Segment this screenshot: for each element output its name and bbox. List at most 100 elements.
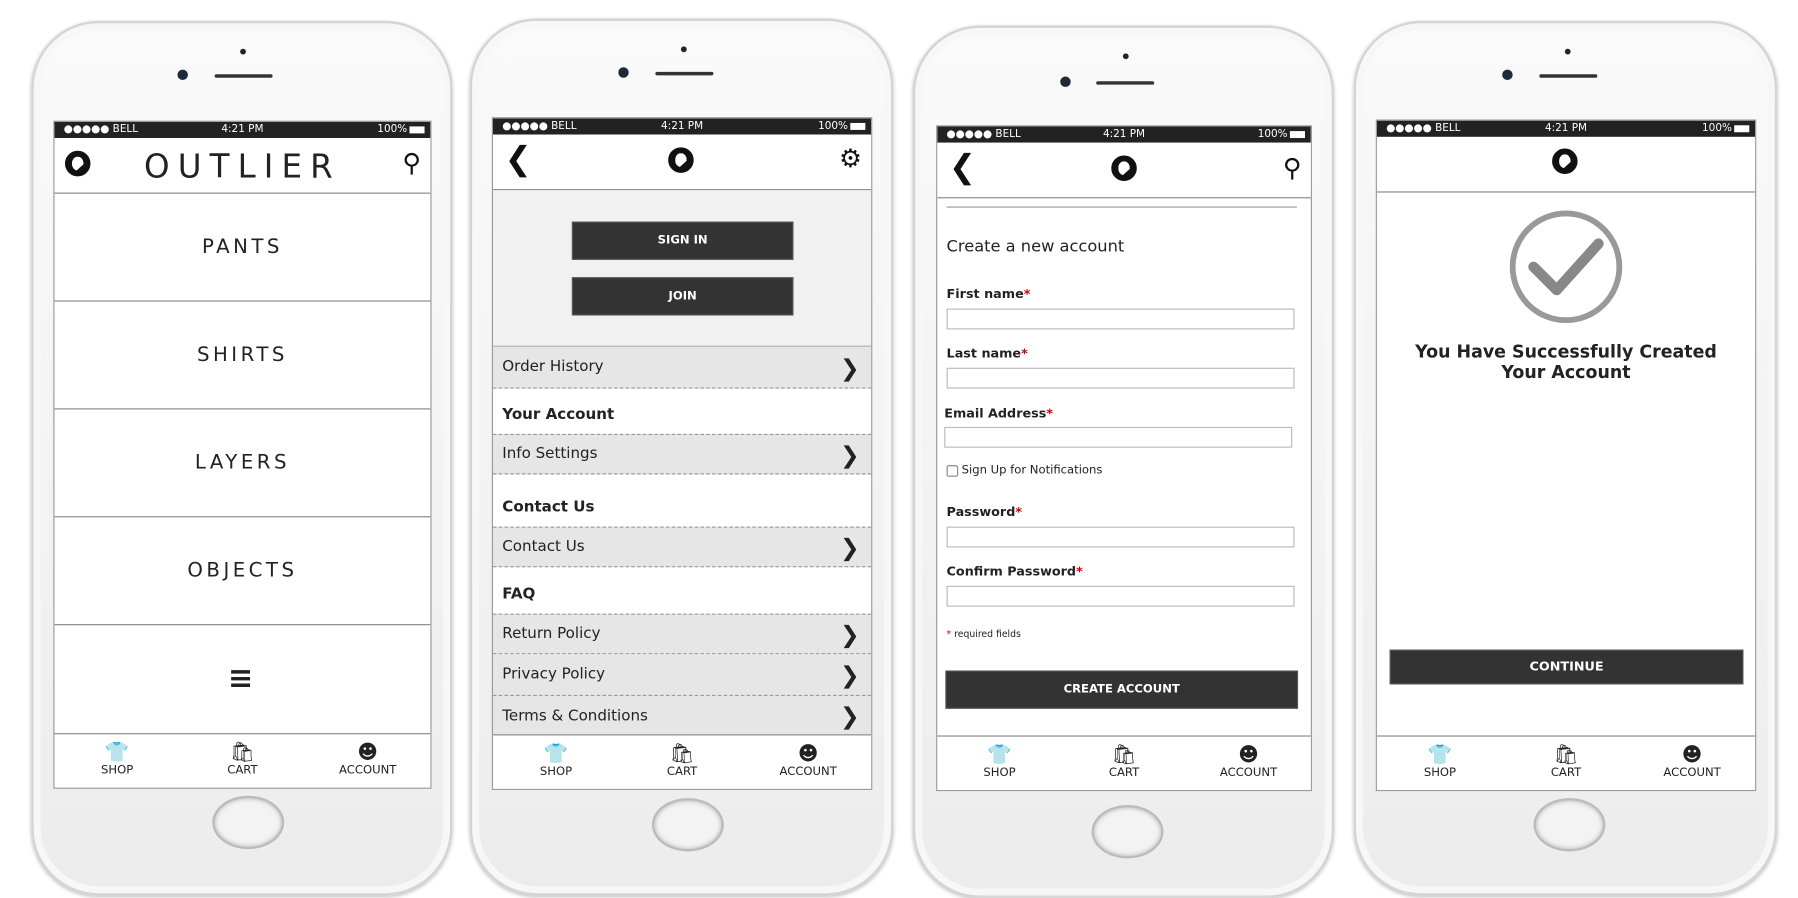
user-icon: ☻ xyxy=(1681,743,1703,767)
speaker xyxy=(655,71,714,76)
category-objects[interactable]: OBJECTS xyxy=(54,517,431,626)
tab-bar: 👕 SHOP 🛍 CART ☻ ACCOUNT xyxy=(937,735,1311,790)
terms-item[interactable]: Terms & Conditions ❯ xyxy=(493,696,872,737)
chevron-right-icon: ❯ xyxy=(840,620,860,648)
tab-label: SHOP xyxy=(983,766,1016,780)
camera xyxy=(618,67,629,78)
item-label: Terms & Conditions xyxy=(502,707,648,725)
header: ❮ ⚙ xyxy=(493,134,872,191)
required-mark: * xyxy=(1023,286,1031,302)
item-label: Privacy Policy xyxy=(502,665,606,684)
tab-bar: 👕 SHOP 🛍 CART ☻ ACCOUNT xyxy=(1376,735,1756,790)
category-layers[interactable]: LAYERS xyxy=(54,409,431,518)
screen: ●●●●● BELL 4:21 PM 100% ❮ ⚲ Create a new a… xyxy=(936,125,1312,792)
message-line: You Have Successfully Created xyxy=(1415,341,1717,362)
tab-shop[interactable]: 👕 SHOP xyxy=(1377,737,1503,790)
bag-icon: 🛍 xyxy=(1553,743,1579,767)
battery-level: 100% xyxy=(377,124,408,136)
checkmark-icon xyxy=(1509,210,1623,324)
sign-in-button[interactable]: SIGN IN xyxy=(571,221,794,260)
tab-label: CART xyxy=(666,765,698,779)
tab-account[interactable]: ☻ ACCOUNT xyxy=(1629,737,1755,790)
sensor xyxy=(680,46,687,53)
tab-label: SHOP xyxy=(1423,766,1457,780)
last-name-field[interactable] xyxy=(946,367,1295,389)
brand-title: OUTLIER xyxy=(144,147,341,186)
user-icon: ☻ xyxy=(357,741,378,765)
required-note: * required fields xyxy=(947,629,1021,639)
gear-icon[interactable]: ⚙ xyxy=(839,147,862,173)
tab-label: ACCOUNT xyxy=(779,765,837,779)
form-title: Create a new account xyxy=(946,237,1125,257)
tab-cart[interactable]: 🛍 CART xyxy=(1062,737,1187,790)
category-pants[interactable]: PANTS xyxy=(54,194,431,302)
shirt-icon: 👕 xyxy=(104,741,130,765)
chevron-right-icon: ❯ xyxy=(840,440,860,469)
order-history-item[interactable]: Order History ❯ xyxy=(493,346,872,389)
battery-icon xyxy=(1289,131,1305,139)
notifications-option[interactable]: Sign Up for Notifications xyxy=(946,464,1103,477)
tab-label: CART xyxy=(227,764,258,778)
tab-account[interactable]: ☻ ACCOUNT xyxy=(305,734,430,787)
label-text: First name xyxy=(946,286,1024,302)
tab-cart[interactable]: 🛍 CART xyxy=(619,735,745,788)
auth-panel: SIGN IN JOIN xyxy=(493,190,872,347)
create-account-button[interactable]: CREATE ACCOUNT xyxy=(945,670,1299,709)
email-field[interactable] xyxy=(944,426,1293,448)
speaker xyxy=(1096,81,1155,85)
tab-label: CART xyxy=(1108,766,1140,780)
confirm-password-label: Confirm Password* xyxy=(947,564,1083,579)
status-bar: ●●●●● BELL 4:21 PM 100% xyxy=(54,121,431,139)
tab-label: ACCOUNT xyxy=(1219,766,1278,780)
tab-account[interactable]: ☻ ACCOUNT xyxy=(1186,737,1311,790)
home-button[interactable] xyxy=(212,795,285,850)
tab-account[interactable]: ☻ ACCOUNT xyxy=(745,735,871,788)
bag-icon: 🛍 xyxy=(1111,743,1137,767)
tab-shop[interactable]: 👕 SHOP xyxy=(55,734,180,787)
logo-icon[interactable] xyxy=(1552,148,1578,174)
back-icon[interactable]: ❮ xyxy=(505,142,532,174)
contact-us-item[interactable]: Contact Us ❯ xyxy=(493,526,872,568)
privacy-policy-item[interactable]: Privacy Policy ❯ xyxy=(493,654,872,696)
shirt-icon: 👕 xyxy=(987,743,1012,767)
chevron-right-icon: ❯ xyxy=(840,353,860,382)
search-icon[interactable]: ⚲ xyxy=(402,151,421,178)
header: OUTLIER ⚲ xyxy=(54,138,431,194)
time: 4:21 PM xyxy=(1102,128,1146,141)
tab-cart[interactable]: 🛍 CART xyxy=(180,734,305,787)
home-button[interactable] xyxy=(1091,805,1164,859)
message-line: Your Account xyxy=(1501,361,1631,383)
return-policy-item[interactable]: Return Policy ❯ xyxy=(493,613,872,655)
screen: ●●●●● BELL 4:21 PM 100% OUTLIER ⚲ PANTS SH… xyxy=(53,120,432,789)
tab-shop[interactable]: 👕 SHOP xyxy=(937,737,1062,790)
join-button[interactable]: JOIN xyxy=(571,277,794,316)
label-text: Confirm Password xyxy=(946,563,1077,579)
category-shirts[interactable]: SHIRTS xyxy=(54,302,431,410)
battery-icon xyxy=(850,122,866,130)
user-icon: ☻ xyxy=(1238,743,1259,767)
notifications-checkbox[interactable] xyxy=(946,464,959,477)
confirm-password-field[interactable] xyxy=(946,585,1295,607)
menu-icon[interactable]: ≡ xyxy=(55,625,431,732)
bag-icon: 🛍 xyxy=(229,741,255,765)
search-icon[interactable]: ⚲ xyxy=(1283,156,1302,183)
shirt-icon: 👕 xyxy=(543,742,569,766)
back-icon[interactable]: ❮ xyxy=(949,150,976,182)
required-mark: * xyxy=(1021,345,1028,361)
tab-shop[interactable]: 👕 SHOP xyxy=(493,735,619,788)
chevron-right-icon: ❯ xyxy=(840,701,860,730)
required-mark: * xyxy=(1015,504,1023,520)
status-bar: ●●●●● BELL 4:21 PM 100% xyxy=(493,118,872,135)
sensor xyxy=(1564,48,1571,55)
home-button[interactable] xyxy=(651,798,724,852)
continue-button[interactable]: CONTINUE xyxy=(1389,649,1744,685)
info-settings-item[interactable]: Info Settings ❯ xyxy=(493,433,872,475)
first-name-field[interactable] xyxy=(946,308,1295,330)
item-label: Contact Us xyxy=(502,538,585,556)
logo-icon[interactable] xyxy=(668,147,694,173)
password-field[interactable] xyxy=(946,526,1295,548)
home-button[interactable] xyxy=(1533,798,1606,852)
logo-icon[interactable] xyxy=(1111,155,1137,181)
checkbox-label: Sign Up for Notifications xyxy=(961,464,1103,477)
tab-cart[interactable]: 🛍 CART xyxy=(1503,737,1629,790)
